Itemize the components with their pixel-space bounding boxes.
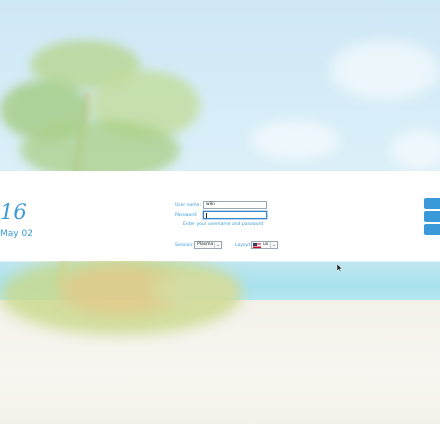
text-caret: [206, 213, 207, 218]
clock-date: May 02: [0, 229, 33, 239]
clock-time: 16: [0, 200, 27, 224]
session-select[interactable]: Plasma ⌄: [194, 241, 222, 249]
cloud: [250, 120, 340, 160]
layout-value: us: [263, 242, 269, 247]
restart-button[interactable]: [424, 224, 440, 235]
session-value: Plasma: [197, 242, 214, 247]
password-field[interactable]: [203, 211, 267, 219]
chevron-down-icon: ⌄: [270, 242, 277, 248]
login-hint: Enter your username and password: [183, 222, 264, 227]
layout-select[interactable]: us ⌄: [251, 241, 278, 249]
username-field[interactable]: wiki: [203, 201, 267, 209]
username-label: User name:: [175, 203, 201, 208]
us-flag-icon: [253, 243, 261, 248]
layout-label: Layout:: [235, 243, 252, 248]
login-action-button[interactable]: [424, 198, 440, 209]
mouse-pointer-icon: [337, 264, 343, 272]
session-label: Session:: [175, 243, 194, 248]
password-label: Password:: [175, 213, 198, 218]
cloud: [330, 40, 440, 100]
suspend-button[interactable]: [424, 211, 440, 222]
bush: [150, 270, 240, 310]
chevron-down-icon: ⌄: [214, 242, 221, 248]
username-value: wiki: [206, 202, 215, 207]
